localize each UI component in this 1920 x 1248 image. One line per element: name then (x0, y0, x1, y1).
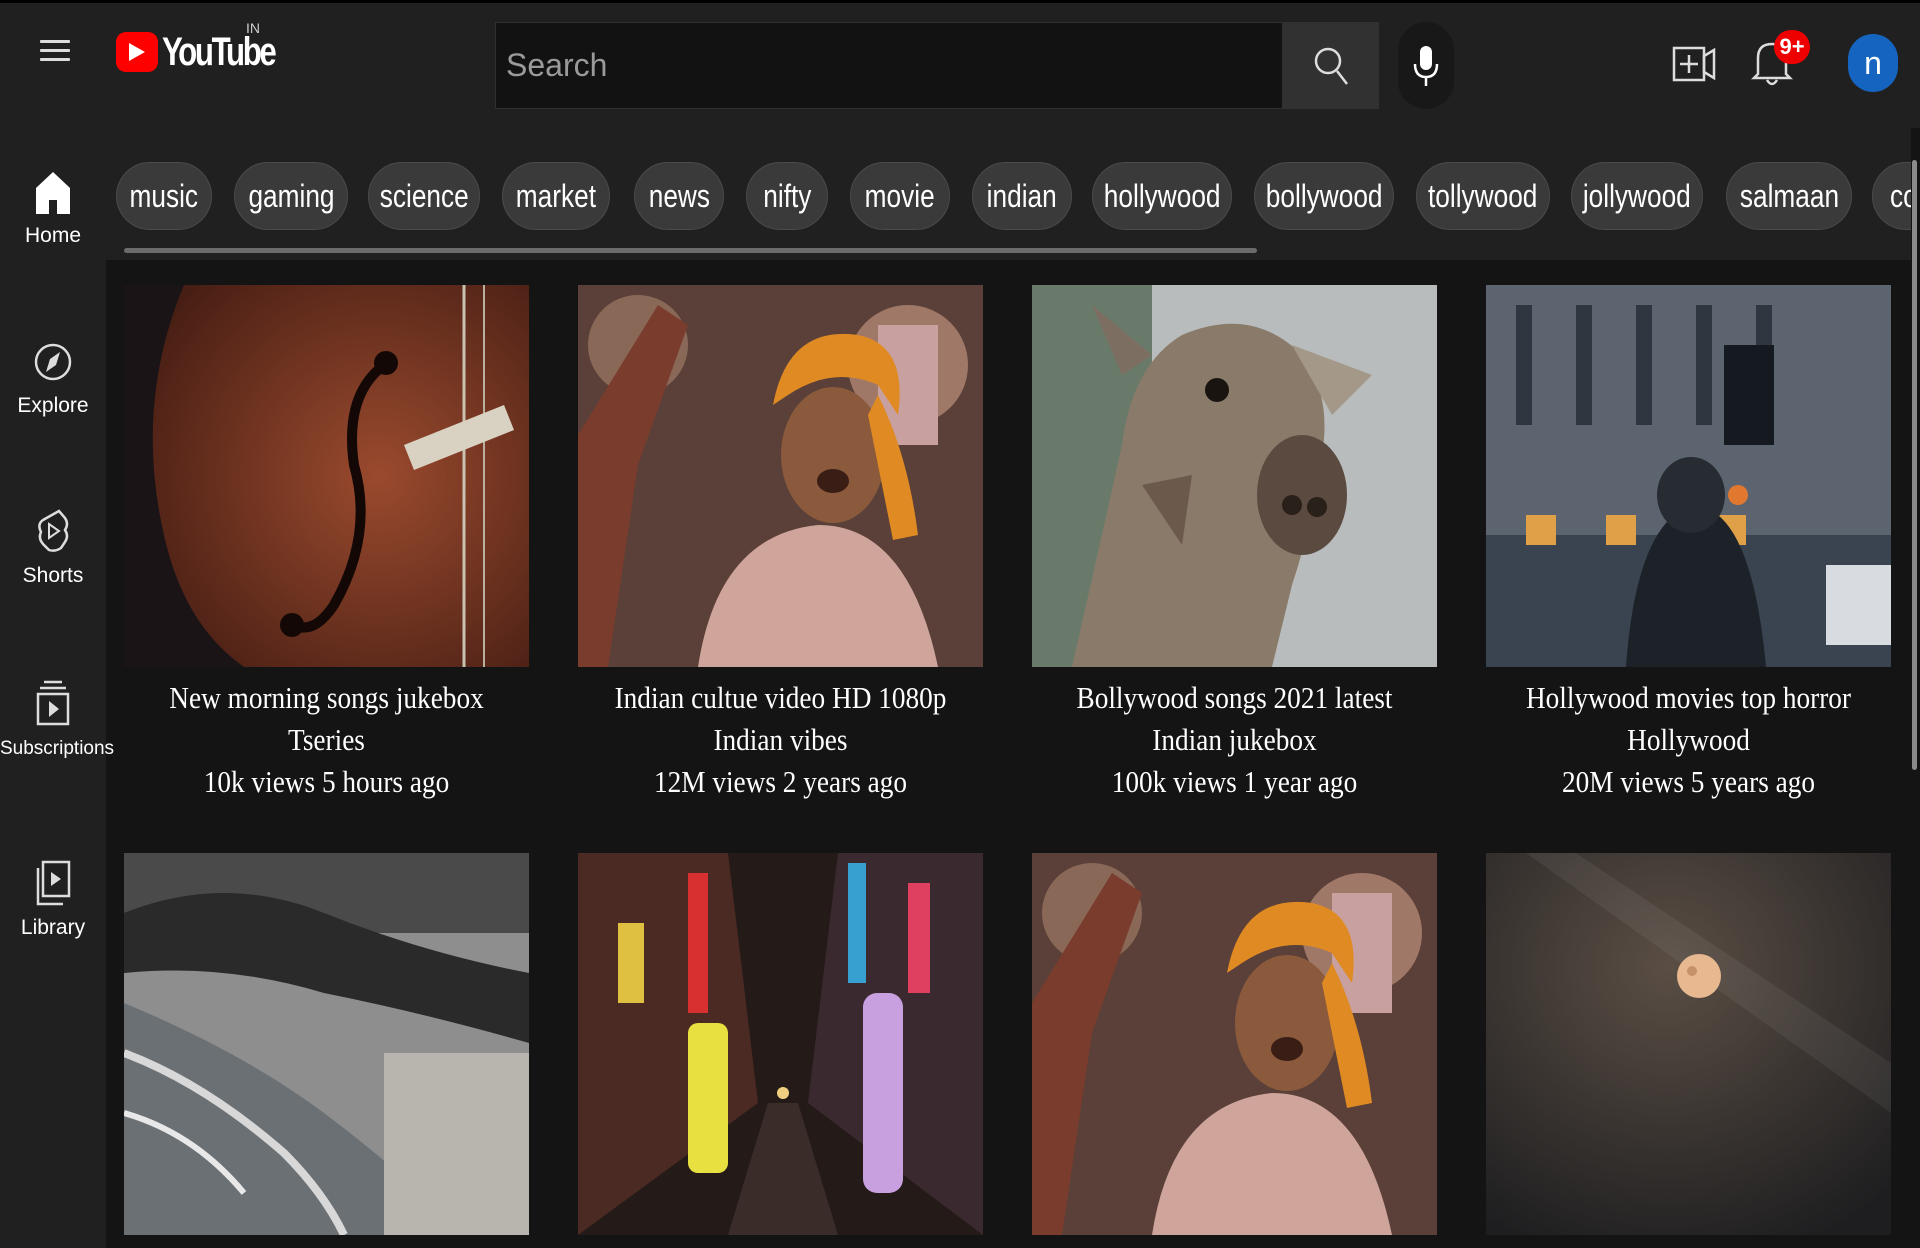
logo-text: YouTube (162, 29, 277, 74)
chip-label: indian (986, 177, 1058, 214)
sidebar-item-label: Subscriptions (0, 738, 115, 759)
chip-indian[interactable]: indian (972, 162, 1072, 230)
sidebar-item-shorts[interactable]: Shorts (0, 508, 106, 588)
shorts-icon (38, 509, 69, 552)
video-thumbnail[interactable] (578, 853, 983, 1235)
video-thumbnail[interactable] (1486, 285, 1891, 667)
microphone-icon (1413, 45, 1439, 86)
chip-science[interactable]: science (368, 162, 480, 230)
chip-label: jollywood (1583, 177, 1691, 214)
sidebar-item-library[interactable]: Library (0, 860, 106, 940)
video-thumbnail[interactable] (1486, 853, 1891, 1235)
video-meta: New morning songs jukebox Tseries 10k vi… (104, 677, 549, 803)
play-logo-icon (116, 32, 158, 72)
sidebar-item-subscriptions[interactable]: Subscriptions (0, 680, 114, 760)
video-stats: 12M views 2 years ago (653, 764, 908, 799)
subscriptions-icon (36, 680, 70, 726)
video-stats: 100k views 1 year ago (1111, 764, 1358, 799)
sidebar-item-label: Home (24, 224, 82, 247)
chip-jollywood[interactable]: jollywood (1571, 162, 1703, 230)
notification-badge: 9+ (1774, 30, 1810, 64)
sidebar-item-label: Library (20, 916, 86, 939)
video-title[interactable]: Indian cultue video HD 1080p (585, 677, 977, 719)
channel-name[interactable]: Hollywood (1493, 719, 1885, 761)
video-thumbnail[interactable] (1032, 285, 1437, 667)
library-icon (36, 860, 71, 906)
chip-label: movie (864, 177, 935, 214)
chip-label: bollywood (1265, 177, 1383, 214)
chip-label: salmaan (1739, 177, 1839, 214)
chip-movie[interactable]: movie (850, 162, 950, 230)
sidebar-item-explore[interactable]: Explore (0, 340, 106, 418)
search-icon (1314, 47, 1348, 85)
avatar[interactable]: n (1848, 34, 1898, 92)
sidebar-item-label: Explore (17, 394, 89, 417)
video-thumbnail[interactable] (124, 853, 529, 1235)
chip-label: market (515, 177, 597, 214)
chip-gaming[interactable]: gaming (234, 162, 348, 230)
channel-name[interactable]: Tseries (131, 719, 523, 761)
video-title[interactable]: Bollywood songs 2021 latest (1039, 677, 1431, 719)
chip-salmaan[interactable]: salmaan (1726, 162, 1852, 230)
video-meta: Bollywood songs 2021 latest Indian jukeb… (1012, 677, 1457, 803)
sidebar-item-label: Shorts (22, 564, 84, 587)
video-thumbnail[interactable] (578, 285, 983, 667)
channel-name[interactable]: Indian jukebox (1039, 719, 1431, 761)
create-video-button[interactable] (1672, 42, 1716, 86)
channel-name[interactable]: Indian vibes (585, 719, 977, 761)
chip-hollywood[interactable]: hollywood (1092, 162, 1232, 230)
chip-bollywood[interactable]: bollywood (1254, 162, 1394, 230)
chip-nifty[interactable]: nifty (746, 162, 828, 230)
menu-icon[interactable] (40, 34, 70, 68)
chip-label: science (379, 177, 469, 214)
chip-label: news (648, 177, 710, 214)
page-scrollbar-thumb[interactable] (1912, 160, 1917, 770)
chip-tollywood[interactable]: tollywood (1416, 162, 1550, 230)
chip-label: music (129, 177, 199, 214)
video-thumbnail[interactable] (1032, 853, 1437, 1235)
chip-label: gaming (247, 177, 335, 214)
video-stats: 10k views 5 hours ago (203, 764, 450, 799)
video-stats: 20M views 5 years ago (1561, 764, 1816, 799)
video-meta: Indian cultue video HD 1080p Indian vibe… (558, 677, 1003, 803)
sidebar-item-home[interactable]: Home (0, 172, 106, 248)
search-button[interactable] (1283, 22, 1379, 109)
chip-market[interactable]: market (502, 162, 610, 230)
chip-scrollbar[interactable] (124, 248, 1257, 253)
chip-news[interactable]: news (634, 162, 724, 230)
video-add-icon (1672, 46, 1716, 82)
video-title[interactable]: Hollywood movies top horror (1493, 677, 1885, 719)
chip-music[interactable]: music (116, 162, 212, 230)
video-thumbnail[interactable] (124, 285, 529, 667)
video-meta: Hollywood movies top horror Hollywood 20… (1466, 677, 1911, 803)
video-title[interactable]: New morning songs jukebox (131, 677, 523, 719)
compass-icon (34, 343, 72, 381)
search-input[interactable] (496, 23, 1282, 108)
voice-search-button[interactable] (1398, 22, 1454, 109)
chip-label: hollywood (1103, 177, 1221, 214)
country-code: IN (246, 20, 260, 36)
chip-label: nifty (762, 177, 812, 214)
home-icon (36, 172, 70, 214)
chip-label: tollywood (1428, 177, 1538, 214)
youtube-logo[interactable]: YouTube (116, 22, 306, 82)
search-box[interactable] (495, 22, 1283, 109)
